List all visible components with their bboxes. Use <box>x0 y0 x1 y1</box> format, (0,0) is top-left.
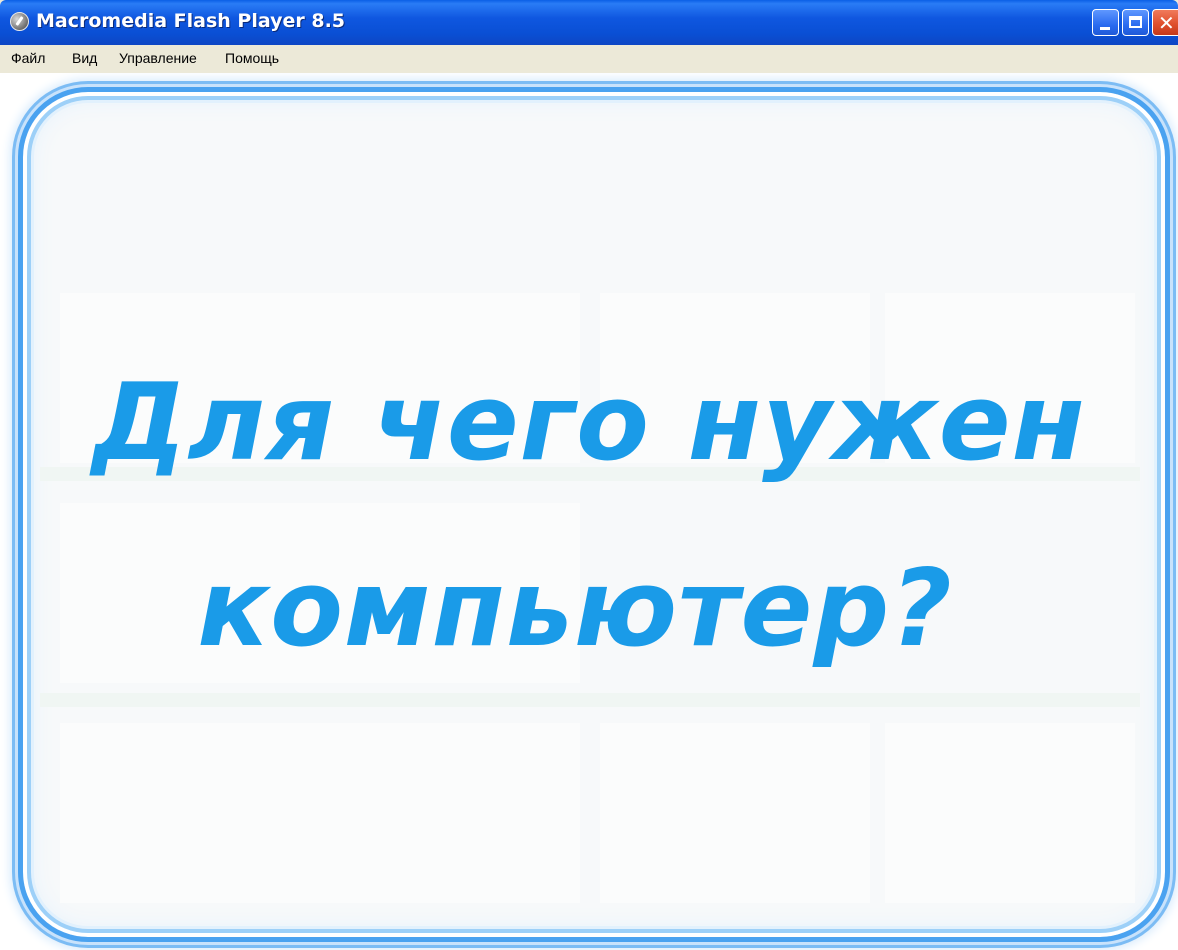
menu-file[interactable]: Файл <box>11 50 45 66</box>
flash-player-icon <box>10 12 29 31</box>
background-panel <box>60 723 580 903</box>
close-button[interactable]: ✕ <box>1152 9 1178 36</box>
maximize-button[interactable] <box>1122 9 1149 36</box>
flash-content-area[interactable]: Для чего нужен компьютер? <box>0 73 1178 950</box>
heading-line-2: компьютер? <box>197 547 953 670</box>
minimize-icon <box>1100 27 1110 30</box>
heading-line-1: Для чего нужен <box>92 361 1086 484</box>
minimize-button[interactable] <box>1092 9 1119 36</box>
title-bar[interactable]: Macromedia Flash Player 8.5 ✕ <box>0 0 1178 45</box>
background-band <box>40 693 1140 707</box>
background-panel <box>885 723 1135 903</box>
menu-control[interactable]: Управление <box>119 50 197 66</box>
menu-bar: Файл Вид Управление Помощь <box>0 45 1178 74</box>
maximize-icon <box>1129 16 1142 28</box>
menu-help[interactable]: Помощь <box>225 50 279 66</box>
background-panel <box>600 723 870 903</box>
menu-view[interactable]: Вид <box>72 50 97 66</box>
window-title: Macromedia Flash Player 8.5 <box>36 10 346 32</box>
close-icon: ✕ <box>1158 11 1175 35</box>
flash-player-window: Macromedia Flash Player 8.5 ✕ Файл Вид У… <box>0 0 1178 950</box>
